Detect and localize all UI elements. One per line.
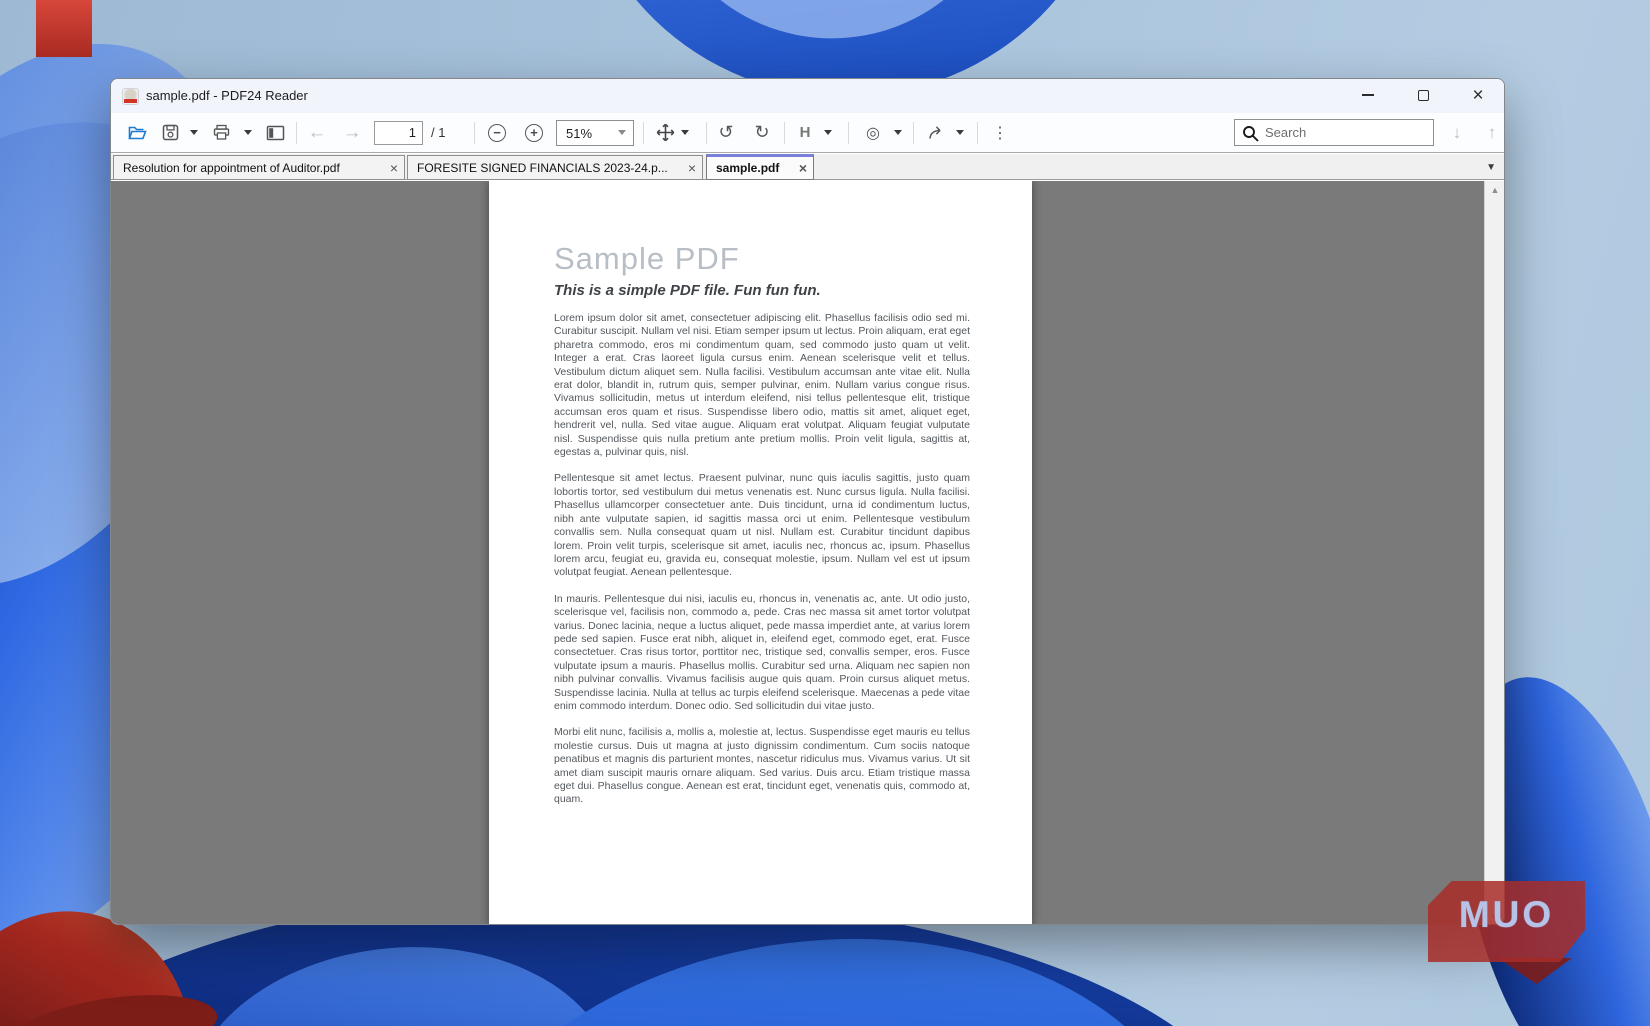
separator: [706, 122, 707, 144]
chevron-down-icon: [244, 130, 252, 135]
vertical-scrollbar[interactable]: ▲ ▼: [1484, 181, 1504, 925]
open-folder-icon: [128, 124, 147, 141]
search-input[interactable]: [1265, 122, 1425, 143]
pdf-paragraph: In mauris. Pellentesque dui nisi, iaculi…: [554, 593, 970, 714]
print-button[interactable]: [208, 113, 234, 152]
pdf-paragraph: Pellentesque sit amet lectus. Praesent p…: [554, 472, 970, 579]
muo-logo-text: MUO: [1428, 894, 1585, 936]
save-icon: [162, 124, 179, 141]
rotate-right-button[interactable]: ↻: [748, 113, 776, 152]
minimize-button[interactable]: [1346, 79, 1390, 111]
close-button[interactable]: ×: [1456, 79, 1500, 111]
sidebar-panel-icon: [266, 125, 285, 141]
separator: [296, 122, 297, 144]
find-next-button[interactable]: ↓: [1444, 113, 1470, 152]
minimize-icon: [1362, 94, 1374, 96]
pdf24-reader-window: sample.pdf - PDF24 Reader ×: [110, 78, 1505, 925]
separator: [913, 122, 914, 144]
pdf-document-title: Sample PDF: [554, 241, 740, 277]
page-number-input[interactable]: 1: [374, 121, 423, 145]
arrow-up-icon: ↑: [1488, 123, 1497, 143]
share-arrow-icon: [927, 124, 946, 141]
tab-foresite-financials[interactable]: FORESITE SIGNED FINANCIALS 2023-24.p... …: [407, 155, 703, 180]
print-options-dropdown[interactable]: [241, 113, 255, 152]
tab-bar: Resolution for appointment of Auditor.pd…: [111, 154, 1504, 180]
back-button[interactable]: ←: [303, 113, 331, 152]
scroll-up-arrow-icon[interactable]: ▲: [1485, 185, 1504, 195]
tab-close-icon[interactable]: ×: [390, 161, 398, 175]
muo-corner-ribbon: [36, 0, 92, 57]
find-previous-button[interactable]: ↑: [1479, 113, 1505, 152]
separator: [643, 122, 644, 144]
toggle-sidebar-button[interactable]: [261, 113, 289, 152]
move-pan-icon: [656, 123, 675, 142]
more-options-button[interactable]: ⋮: [988, 113, 1012, 152]
forward-arrow-icon: →: [343, 122, 362, 144]
arrow-down-icon: ↓: [1453, 123, 1462, 143]
pan-tool-button[interactable]: [650, 113, 680, 152]
back-arrow-icon: ←: [308, 122, 327, 144]
spacing-tool-button[interactable]: H: [791, 113, 819, 152]
zoom-in-icon: +: [525, 124, 543, 142]
pdf-paragraph: Morbi elit nunc, facilisis a, mollis a, …: [554, 726, 970, 806]
page-total-label: / 1: [431, 125, 445, 140]
toolbar: ← → 1 / 1 − + 51% ↺ ↻ H ◎: [111, 113, 1504, 153]
rotate-right-icon: ↻: [754, 122, 769, 143]
chevron-down-icon: [618, 130, 626, 135]
tab-label: Resolution for appointment of Auditor.pd…: [123, 161, 384, 175]
zoom-in-button[interactable]: +: [520, 113, 548, 152]
h-tool-icon: H: [800, 124, 811, 141]
printer-icon: [213, 124, 230, 141]
tab-close-icon[interactable]: ×: [688, 161, 696, 175]
close-icon: ×: [1472, 86, 1483, 105]
titlebar[interactable]: sample.pdf - PDF24 Reader ×: [111, 79, 1504, 113]
chevron-down-icon: [190, 130, 198, 135]
search-icon: [1242, 125, 1260, 143]
chevron-down-icon: [956, 130, 964, 135]
separator: [474, 122, 475, 144]
view-mode-button[interactable]: ◎: [859, 113, 887, 152]
share-button[interactable]: [921, 113, 951, 152]
view-mode-dropdown[interactable]: [891, 113, 905, 152]
pdf-document-subtitle: This is a simple PDF file. Fun fun fun.: [554, 282, 821, 299]
separator: [977, 122, 978, 144]
tab-close-icon[interactable]: ×: [799, 161, 807, 175]
maximize-button[interactable]: [1401, 79, 1445, 111]
rotate-left-icon: ↺: [718, 122, 733, 143]
spacing-tool-dropdown[interactable]: [821, 113, 835, 152]
document-viewport[interactable]: Sample PDF This is a simple PDF file. Fu…: [111, 181, 1504, 925]
zoom-out-icon: −: [488, 124, 506, 142]
save-options-dropdown[interactable]: [187, 113, 201, 152]
share-dropdown[interactable]: [953, 113, 967, 152]
tab-resolution-for-appointment[interactable]: Resolution for appointment of Auditor.pd…: [113, 155, 405, 180]
forward-button[interactable]: →: [338, 113, 366, 152]
tab-label: sample.pdf: [716, 161, 793, 175]
chevron-down-icon: [824, 130, 832, 135]
window-title: sample.pdf - PDF24 Reader: [146, 88, 308, 103]
pdf-paragraph: Lorem ipsum dolor sit amet, consectetuer…: [554, 312, 970, 459]
tab-label: FORESITE SIGNED FINANCIALS 2023-24.p...: [417, 161, 682, 175]
pan-tool-dropdown[interactable]: [678, 113, 692, 152]
maximize-icon: [1418, 90, 1429, 101]
chevron-down-icon: [681, 130, 689, 135]
rotate-left-button[interactable]: ↺: [712, 113, 740, 152]
zoom-level-select[interactable]: 51%: [556, 120, 634, 146]
separator: [848, 122, 849, 144]
pdf-body-text: Lorem ipsum dolor sit amet, consectetuer…: [554, 312, 970, 820]
open-file-button[interactable]: [123, 113, 151, 152]
zoom-level-value: 51%: [566, 126, 592, 141]
pdf-page: Sample PDF This is a simple PDF file. Fu…: [489, 181, 1032, 925]
view-mode-icon: ◎: [866, 123, 880, 143]
save-button[interactable]: [157, 113, 183, 152]
kebab-menu-icon: ⋮: [992, 123, 1008, 143]
zoom-out-button[interactable]: −: [483, 113, 511, 152]
pdf24-app-icon: [122, 88, 139, 105]
search-box[interactable]: [1234, 119, 1434, 146]
tab-overflow-button[interactable]: ▼: [1486, 162, 1496, 173]
tab-sample-pdf-active[interactable]: sample.pdf ×: [706, 154, 814, 180]
chevron-down-icon: [894, 130, 902, 135]
separator: [784, 122, 785, 144]
